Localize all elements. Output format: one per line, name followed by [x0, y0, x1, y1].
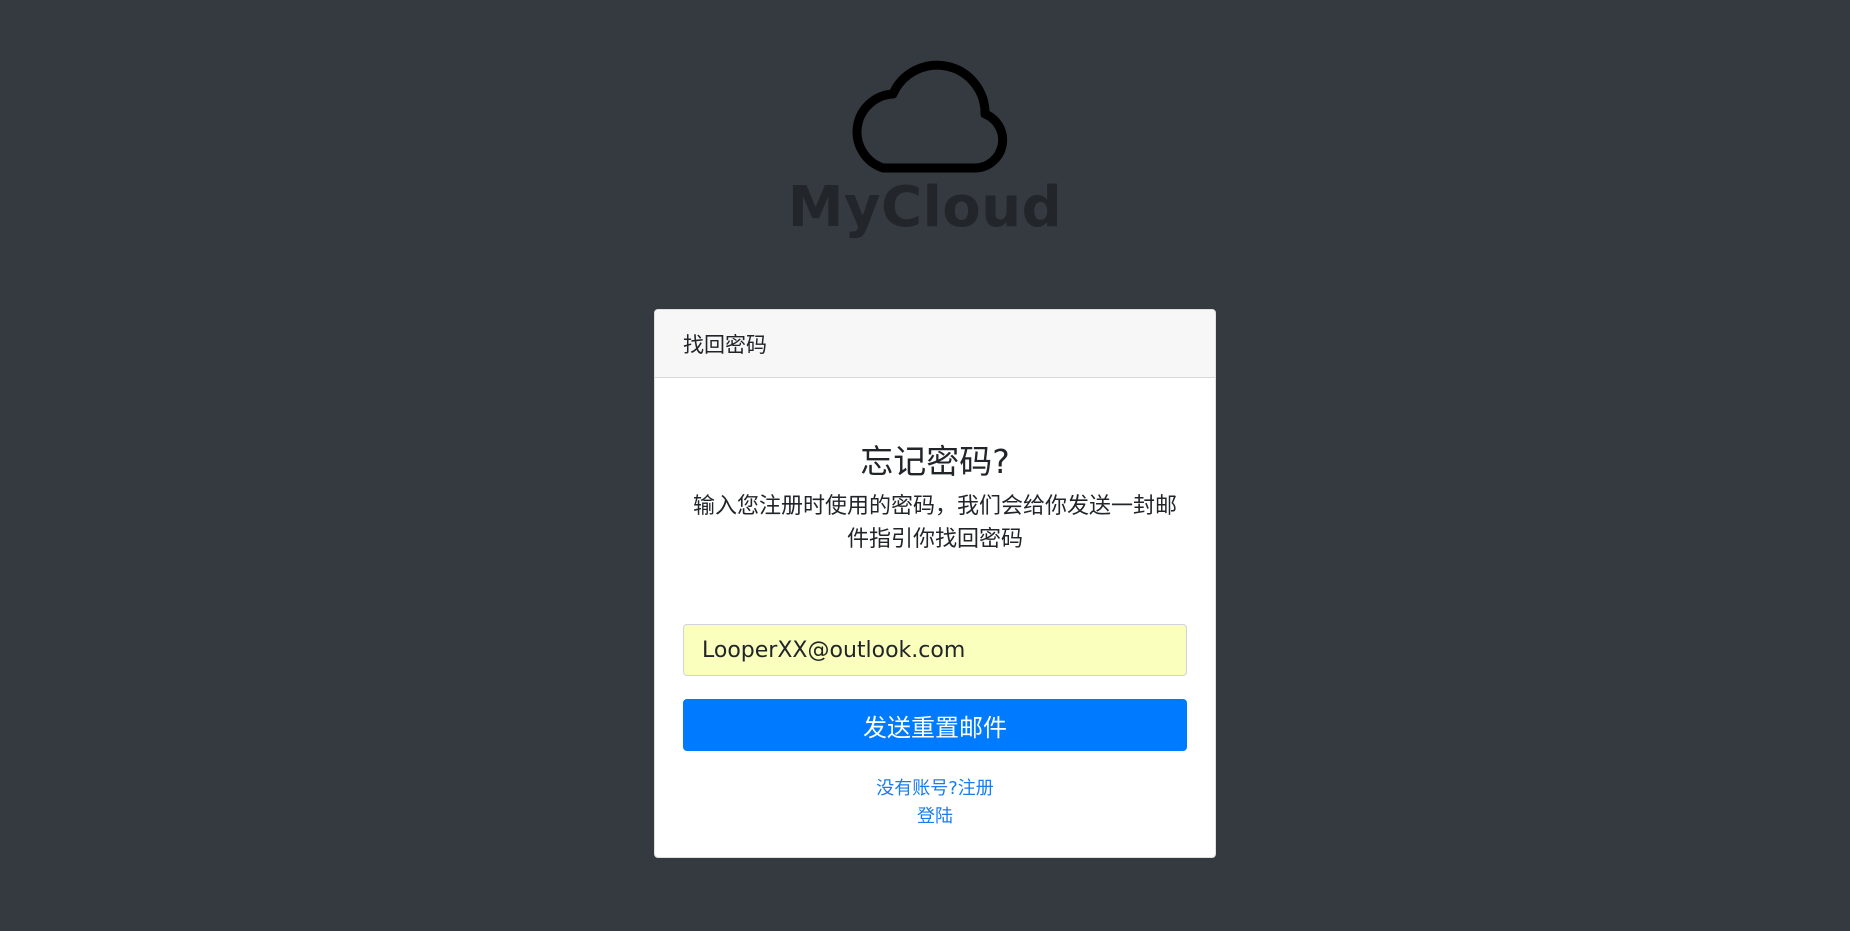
register-link[interactable]: 没有账号?注册 [683, 775, 1187, 803]
forgot-password-card: 找回密码 忘记密码? 输入您注册时使用的密码，我们会给你发送一封邮件指引你找回密… [654, 309, 1216, 858]
page-description: 输入您注册时使用的密码，我们会给你发送一封邮件指引你找回密码 [692, 494, 1177, 552]
card-header: 找回密码 [655, 310, 1215, 378]
login-link[interactable]: 登陆 [683, 803, 1187, 831]
card-body: 忘记密码? 输入您注册时使用的密码，我们会给你发送一封邮件指引你找回密码 发送重… [655, 442, 1215, 831]
brand-logo: MyCloud [0, 50, 1850, 240]
brand-name: MyCloud [787, 175, 1063, 240]
cloud-icon [852, 60, 1008, 173]
page-heading: 忘记密码? [860, 442, 1010, 481]
card-header-title: 找回密码 [683, 332, 767, 357]
auth-links: 没有账号?注册 登陆 [683, 775, 1187, 831]
email-input[interactable] [683, 624, 1187, 676]
send-reset-email-button[interactable]: 发送重置邮件 [683, 699, 1187, 751]
page: MyCloud 找回密码 忘记密码? 输入您注册时使用的密码，我们会给你发送一封… [0, 0, 1850, 931]
